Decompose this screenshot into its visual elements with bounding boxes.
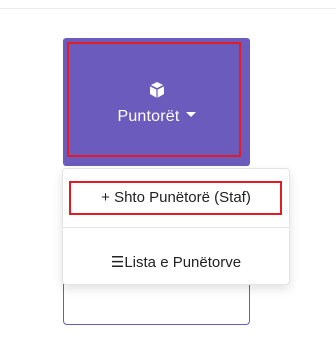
cube-icon <box>149 82 164 98</box>
dropdown-menu: + Shto Punëtorë (Staf) ☰Lista e Punëtorv… <box>62 168 290 285</box>
menu-button-label: Puntorët <box>117 108 180 125</box>
worker-list-label: ☰Lista e Punëtorve <box>110 254 242 271</box>
add-worker-menu-item[interactable]: + Shto Punëtorë (Staf) <box>63 181 289 215</box>
worker-list-menu-item[interactable]: ☰Lista e Punëtorve <box>63 253 289 273</box>
menu-button-label-row: Puntorët <box>63 108 250 126</box>
dropdown-divider <box>63 227 289 228</box>
puntoret-menu-button[interactable]: Puntorët <box>63 38 250 166</box>
caret-down-icon <box>185 112 196 118</box>
add-worker-label: + Shto Punëtorë (Staf) <box>101 189 251 206</box>
top-divider <box>0 8 336 9</box>
